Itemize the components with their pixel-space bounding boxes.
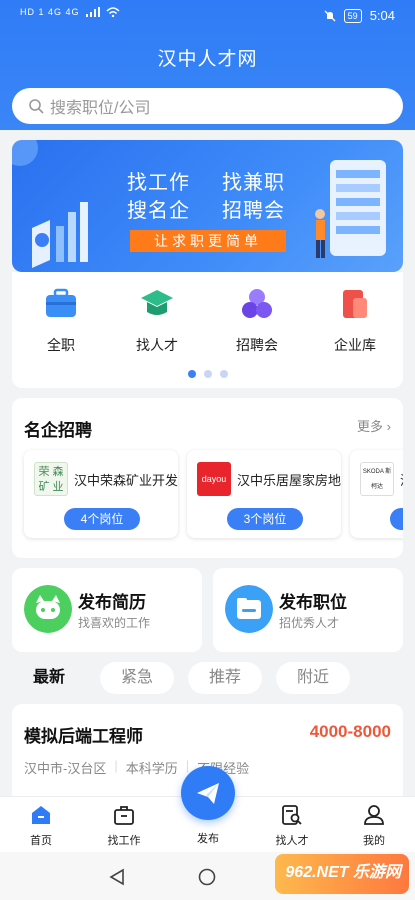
tab-label: 找人才 xyxy=(275,835,309,847)
tab-urgent[interactable]: 紧急 xyxy=(100,662,174,694)
briefcase-icon xyxy=(46,288,76,317)
company-name: 汉中乐居屋家房地 xyxy=(237,473,341,488)
tab-find-talent[interactable]: 找人才 xyxy=(262,803,322,848)
tab-recommended[interactable]: 推荐 xyxy=(188,662,262,694)
phone-illustration xyxy=(315,160,386,258)
watermark-logo: 962.NET 乐游网 xyxy=(269,850,409,900)
paper-plane-icon xyxy=(197,783,219,804)
nav-item-company-db[interactable]: 企业库 xyxy=(315,286,395,355)
clock: 5:04 xyxy=(369,8,395,23)
job-location: 汉中市-汉台区 xyxy=(24,761,107,776)
person-search-icon xyxy=(282,805,302,825)
banner-cta: 让求职更简单 xyxy=(130,230,286,252)
briefcase-outline-icon xyxy=(114,806,134,825)
company-card[interactable]: dayou 汉中乐居屋家房地 3个岗位 xyxy=(187,450,341,538)
home-circle-icon[interactable] xyxy=(198,868,216,886)
company-logo: dayou xyxy=(197,462,231,496)
search-icon xyxy=(29,99,44,114)
nav-item-fulltime[interactable]: 全职 xyxy=(21,286,101,355)
company-jobs-button[interactable]: 3个岗位 xyxy=(227,508,303,530)
job-title: 模拟后端工程师 xyxy=(24,727,143,746)
company-name: 汉中荣森矿业开发 xyxy=(74,473,178,488)
mute-icon xyxy=(324,10,336,21)
job-salary: 4000-8000 xyxy=(309,722,391,741)
signal-icon xyxy=(85,7,100,17)
page-title: 汉中人才网 xyxy=(157,49,258,70)
tab-home[interactable]: 首页 xyxy=(11,803,71,848)
publish-fab-button[interactable] xyxy=(181,766,235,820)
nav-item-job-fair[interactable]: 招聘会 xyxy=(217,286,297,355)
nav-label: 招聘会 xyxy=(236,337,278,353)
action-subtitle: 招优秀人才 xyxy=(279,616,340,630)
action-title: 发布简历 xyxy=(78,593,146,612)
nav-label: 找人才 xyxy=(136,337,178,353)
company-jobs-button[interactable]: 4个岗位 xyxy=(64,508,140,530)
bar-chart-illustration xyxy=(32,202,88,268)
action-title: 发布职位 xyxy=(279,593,347,612)
post-job-card[interactable]: 发布职位 招优秀人才 xyxy=(213,568,403,652)
resume-face-icon xyxy=(24,585,72,633)
banner-text-part-time: 找兼职 xyxy=(222,172,285,194)
company-card[interactable]: 荣 森 矿 业 汉中荣森矿业开发 4个岗位 xyxy=(24,450,178,538)
more-link[interactable]: 更多 › xyxy=(357,416,391,435)
home-icon xyxy=(32,806,50,824)
battery-indicator: 59 xyxy=(343,8,362,23)
nav-item-talent[interactable]: 找人才 xyxy=(117,286,197,355)
company-logo: 荣 森 矿 业 xyxy=(34,462,68,496)
tab-label: 找工作 xyxy=(107,835,141,847)
banner-decor-circle xyxy=(12,140,38,166)
carousel-dot[interactable] xyxy=(187,370,196,378)
building-icon xyxy=(343,290,367,318)
wifi-icon xyxy=(106,7,120,17)
company-jobs-button[interactable] xyxy=(390,508,403,530)
tab-label: 首页 xyxy=(30,835,52,847)
promo-banner[interactable]: 找工作 找兼职 搜名企 招聘会 让求职更简单 xyxy=(12,140,403,272)
app-header: HD 1 4G 4G 59 5:04 汉中人才网 搜索职位/公司 xyxy=(0,0,415,130)
folder-icon xyxy=(225,585,273,633)
filter-tabs: 最新 紧急 推荐 附近 xyxy=(12,662,350,694)
banner-text-job-fair: 招聘会 xyxy=(222,200,285,222)
carousel-dot[interactable] xyxy=(203,370,212,378)
tab-label: 我的 xyxy=(363,835,385,847)
search-input[interactable]: 搜索职位/公司 xyxy=(12,88,403,124)
publish-label: 发布 xyxy=(197,833,219,845)
nav-label: 企业库 xyxy=(334,337,376,353)
tab-find-job[interactable]: 找工作 xyxy=(94,803,154,848)
status-bar: HD 1 4G 4G 59 5:04 xyxy=(0,0,415,30)
tab-mine[interactable]: 我的 xyxy=(344,803,404,848)
carousel-dots xyxy=(187,370,228,378)
nav-label: 全职 xyxy=(47,337,75,353)
tab-nearby[interactable]: 附近 xyxy=(276,662,350,694)
status-right: 59 5:04 xyxy=(324,8,395,23)
action-subtitle: 找喜欢的工作 xyxy=(78,616,151,630)
company-card[interactable]: SKODA 斯柯达 汉 xyxy=(350,450,403,538)
post-resume-card[interactable]: 发布简历 找喜欢的工作 xyxy=(12,568,202,652)
network-label: HD 1 4G 4G xyxy=(20,7,80,17)
graduation-cap-icon xyxy=(141,290,173,315)
section-title: 名企招聘 xyxy=(24,421,92,440)
tab-latest[interactable]: 最新 xyxy=(12,662,86,694)
famous-companies-section: 名企招聘 更多 › 荣 森 矿 业 汉中荣森矿业开发 4个岗位 dayou 汉中… xyxy=(12,398,403,558)
user-icon xyxy=(364,805,384,825)
category-nav: 全职 找人才 招聘会 企业库 xyxy=(12,272,403,388)
signal-indicators: HD 1 4G 4G xyxy=(20,7,120,17)
company-name: 汉 xyxy=(400,470,403,489)
back-icon[interactable] xyxy=(108,868,126,886)
banner-text-find-job: 找工作 xyxy=(127,172,190,194)
search-placeholder: 搜索职位/公司 xyxy=(50,100,151,117)
banner-text-companies: 搜名企 xyxy=(127,200,190,222)
circles-icon xyxy=(242,289,272,318)
company-logo: SKODA 斯柯达 xyxy=(360,462,394,496)
job-education: 本科学历 xyxy=(125,761,178,776)
carousel-dot[interactable] xyxy=(219,370,228,378)
